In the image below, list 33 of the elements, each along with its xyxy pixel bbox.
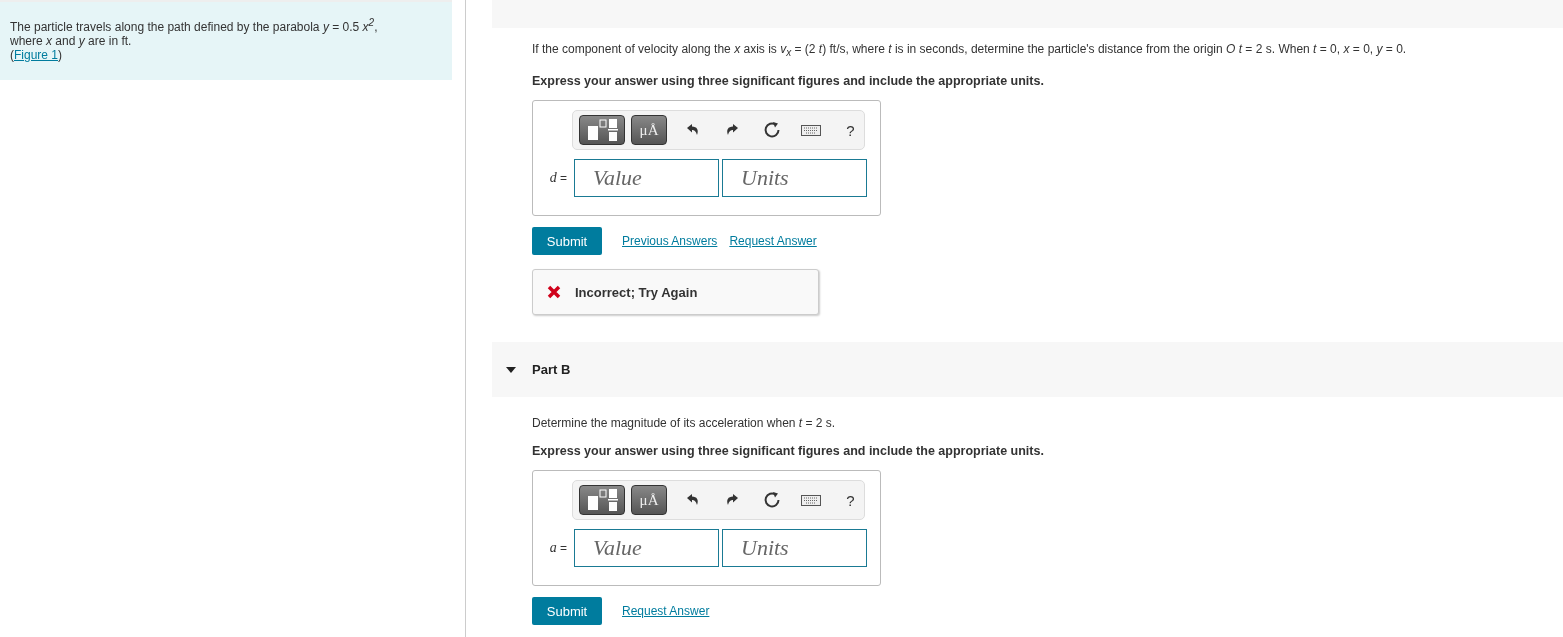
figure-link[interactable]: Figure 1 bbox=[14, 48, 59, 62]
variable-label: d = bbox=[548, 170, 568, 187]
units-input[interactable]: Units bbox=[722, 159, 867, 198]
paren: ( bbox=[10, 48, 14, 62]
units-button[interactable]: μÅ bbox=[630, 115, 668, 146]
reset-icon bbox=[762, 491, 781, 510]
question-text: If the component of velocity along the x axis is v$_{x}$ = (2 t) ft/s, where t is in seconds, determine the particle's distance from the origin O t = 2 s. When t = 0, x = 0, y = 0. bbox=[532, 41, 1408, 61]
help-button[interactable]: ? bbox=[836, 485, 864, 516]
templates-button[interactable] bbox=[579, 485, 625, 516]
value-input[interactable]: Value bbox=[574, 529, 719, 568]
keyboard-icon bbox=[801, 124, 821, 136]
units-button[interactable]: μÅ bbox=[630, 485, 668, 516]
instruction-text: Express your answer using three significant figures and include the appropriate units. bbox=[532, 443, 1045, 460]
part-title: Part B bbox=[532, 362, 571, 378]
submit-button[interactable]: Submit bbox=[532, 227, 602, 256]
value-input[interactable]: Value bbox=[574, 159, 719, 198]
templates-button[interactable] bbox=[579, 115, 625, 146]
answer-link[interactable]: Previous Answers bbox=[622, 234, 718, 249]
instruction-text: Express your answer using three significant figures and include the appropriate units. bbox=[532, 73, 1045, 90]
cross-icon bbox=[547, 285, 561, 300]
paren: ) bbox=[58, 48, 63, 62]
submit-button[interactable]: Submit bbox=[532, 597, 602, 626]
variable-label: a = bbox=[548, 540, 568, 557]
reset-icon bbox=[762, 121, 781, 140]
help-button[interactable]: ? bbox=[836, 115, 864, 146]
feedback-text: Incorrect; Try Again bbox=[575, 284, 698, 300]
keyboard-icon bbox=[801, 494, 821, 506]
answer-link[interactable]: Request Answer bbox=[729, 234, 817, 249]
answer-link[interactable]: Request Answer bbox=[622, 604, 710, 619]
units-input[interactable]: Units bbox=[722, 529, 867, 568]
question-text: Determine the magnitude of its acceleration when t = 2 s. bbox=[532, 415, 837, 432]
problem-text: The particle travels along the path defined by the parabola y = 0.5 x$^{2}$, where x and y are in ft. bbox=[10, 16, 379, 48]
part-header[interactable]: Part B bbox=[492, 342, 1563, 398]
